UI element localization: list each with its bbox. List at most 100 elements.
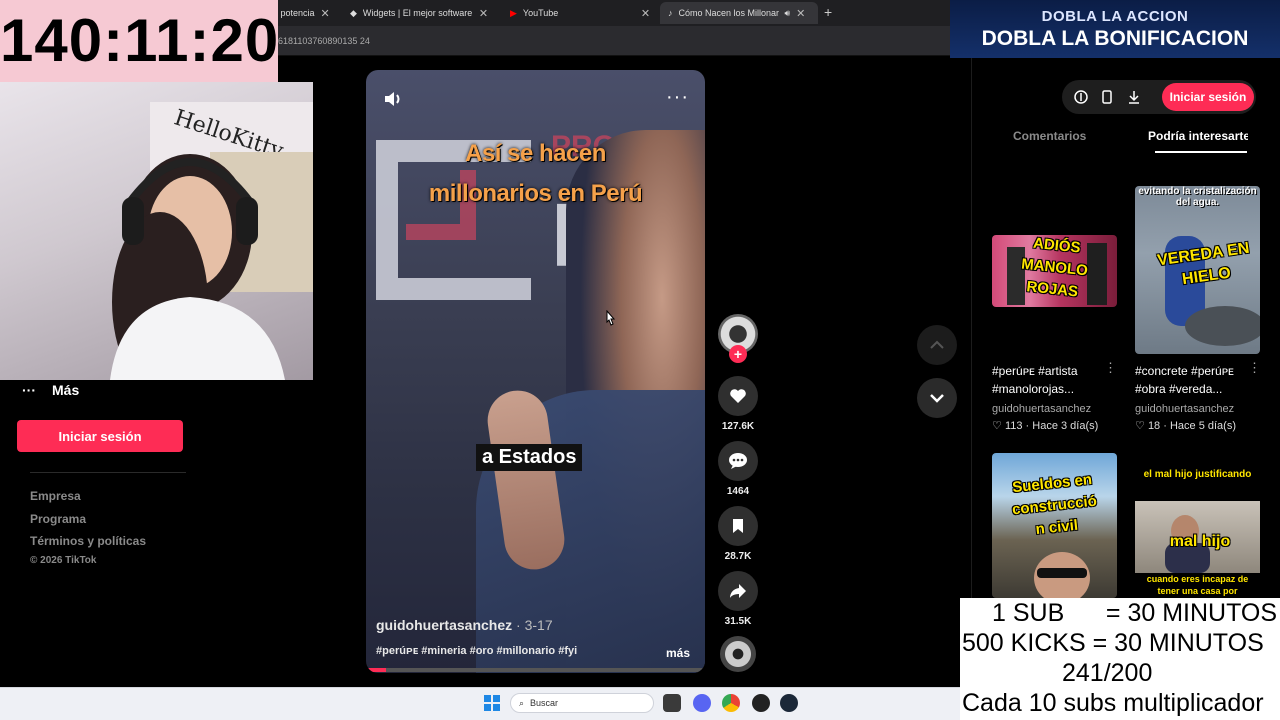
video-player[interactable]: PRO P Así se hacen millonarios en Perú a… <box>366 70 705 673</box>
video-caption-line-2: millonarios en Perú <box>428 180 643 207</box>
chrome-icon[interactable] <box>722 694 740 712</box>
music-disc-icon[interactable] <box>720 636 756 672</box>
download-icon[interactable] <box>1127 90 1141 104</box>
footer-link-terminos[interactable]: Términos y políticas <box>30 534 146 548</box>
browser-tab[interactable]: ◆ Widgets | El mejor software pa ✕ <box>342 4 500 22</box>
recommended-video-thumbnail[interactable]: Sueldos en construcció n civil <box>992 453 1117 598</box>
like-count: 18 <box>1147 420 1161 432</box>
widgets-favicon-icon: ◆ <box>350 7 357 18</box>
save-count: 28.7K <box>724 551 752 562</box>
close-tab-icon[interactable]: ✕ <box>321 7 330 20</box>
video-author[interactable]: guidohuertasanchez · 3-17 <box>376 617 553 633</box>
windows-start-icon[interactable] <box>484 695 500 716</box>
follow-plus-icon[interactable]: + <box>729 345 747 363</box>
rule-line-4: Cada 10 subs multiplicador <box>962 689 1264 717</box>
thumbnail-overlay-text: mal hijo <box>1169 533 1231 550</box>
youtube-favicon-icon: ▶ <box>510 7 517 18</box>
active-tab-indicator <box>1155 151 1247 153</box>
task-view-icon[interactable] <box>663 694 681 712</box>
browser-tab[interactable]: ▶ YouTube ✕ <box>502 4 660 22</box>
steam-icon[interactable] <box>780 694 798 712</box>
tab-label: Widgets | El mejor software pa <box>362 8 473 18</box>
share-icon[interactable] <box>718 571 758 611</box>
heart-outline-icon: ♡ <box>992 420 1002 432</box>
speaker-icon[interactable]: 🔊︎ <box>785 8 791 19</box>
login-button-sidebar[interactable]: Iniciar sesión <box>17 420 183 452</box>
recommended-video-thumbnail[interactable]: el mal hijo justificando mal hijo cuando… <box>1135 453 1260 598</box>
video-options-icon[interactable]: ⋮ <box>1248 360 1261 376</box>
video-date: · 3-17 <box>512 617 553 633</box>
like-count: 113 <box>1004 420 1023 432</box>
more-label: Más <box>52 382 80 398</box>
video-more-link[interactable]: más <box>666 646 690 660</box>
comment-count: 1464 <box>726 486 750 497</box>
chevron-up-icon <box>930 340 944 349</box>
footer-link-programa[interactable]: Programa <box>30 512 86 526</box>
bookmark-icon[interactable] <box>718 506 758 546</box>
video-age: Hace 5 día(s) <box>1169 420 1236 432</box>
login-button-header[interactable]: Iniciar sesión <box>1162 83 1254 111</box>
video-options-icon[interactable]: ⋮ <box>1104 360 1117 376</box>
tiktok-favicon-icon: ♪ <box>668 8 673 18</box>
share-action[interactable]: 31.5K <box>718 571 758 627</box>
volume-icon[interactable] <box>382 88 404 110</box>
comment-icon[interactable] <box>718 441 758 481</box>
tab-comments[interactable]: Comentarios <box>1013 129 1086 143</box>
promo-line-1: DOBLA LA ACCION <box>1041 8 1189 25</box>
author-name[interactable]: guidohuertasanchez <box>376 617 512 633</box>
webcam-feed: HelloKitty <box>0 82 313 380</box>
more-dots-icon: ··· <box>22 382 36 398</box>
footer-link-empresa[interactable]: Empresa <box>30 489 81 503</box>
tab-label: YouTube <box>522 8 559 18</box>
close-tab-icon[interactable]: ✕ <box>796 7 805 20</box>
video-subtitle: a Estados <box>476 444 583 471</box>
promo-line-2: DOBLA LA BONIFICACION <box>981 27 1249 50</box>
search-icon: ⌕ <box>519 697 525 708</box>
new-tab-button[interactable]: + <box>824 4 832 20</box>
video-caption-line-1: Así se hacen <box>465 140 606 167</box>
thumbnail-top-text: el mal hijo justificando <box>1143 469 1252 480</box>
recommended-video-author[interactable]: guidohuertasanchez <box>992 403 1091 415</box>
close-tab-icon[interactable]: ✕ <box>479 7 488 20</box>
recommended-video-stats: ♡ 113 · Hace 3 día(s) <box>992 420 1099 432</box>
close-tab-icon[interactable]: ✕ <box>641 7 650 20</box>
recommended-video-thumbnail[interactable]: evitando la cristalización del agua. VER… <box>1135 186 1260 354</box>
previous-video-button[interactable] <box>917 325 957 365</box>
recommended-video-caption[interactable]: #perúᴘᴇ #artista #manolorojas... <box>992 362 1122 398</box>
share-count: 31.5K <box>724 616 752 627</box>
browser-tab-active[interactable]: ♪ Cómo Nacen los Millonarios 🔊︎ ✕ <box>660 2 818 24</box>
sidebar-more[interactable]: ··· Más <box>22 382 79 398</box>
video-caption: Así se hacen millonarios en Perú <box>366 134 705 214</box>
recommended-video-author[interactable]: guidohuertasanchez <box>1135 403 1234 415</box>
discord-icon[interactable] <box>693 694 711 712</box>
rule-line-3: 241/200 <box>1062 659 1153 687</box>
recommended-video-stats: ♡ 18 · Hace 5 día(s) <box>1135 420 1236 432</box>
obs-icon[interactable] <box>752 694 770 712</box>
tab-recommended[interactable]: Podría interesarte <box>1148 129 1248 143</box>
next-video-button[interactable] <box>917 378 957 418</box>
copyright: © 2026 TikTok <box>30 555 97 566</box>
like-action[interactable]: 127.6K <box>718 376 758 432</box>
promo-banner: DOBLA LA ACCION DOBLA LA BONIFICACION <box>950 0 1280 58</box>
tab-label: Cómo Nacen los Millonarios <box>678 8 779 18</box>
video-progress-fill <box>366 668 387 672</box>
search-placeholder: Buscar <box>530 698 559 708</box>
video-hashtags[interactable]: #perúᴘᴇ #mineria #oro #millonario #fyi <box>376 645 577 657</box>
heart-icon[interactable] <box>718 376 758 416</box>
recommended-video-caption[interactable]: #concrete #perúᴘᴇ #obra #vereda... <box>1135 362 1265 398</box>
video-options-icon[interactable]: ··· <box>666 86 689 109</box>
recommended-video-thumbnail[interactable]: ADIÓS MANOLO ROJAS <box>992 235 1117 307</box>
subathon-timer: 140:11:20 <box>0 0 278 82</box>
video-progress-bar[interactable] <box>366 668 705 672</box>
url-text[interactable]: 6181103760890135 24 <box>278 36 370 46</box>
thumbnail-bottom-text: cuando eres incapaz de tener una casa po… <box>1146 574 1249 596</box>
comment-action[interactable]: 1464 <box>718 441 758 497</box>
thumbnail-overlay-text: ADIÓS MANOLO ROJAS <box>1020 235 1089 301</box>
save-action[interactable]: 28.7K <box>718 506 758 562</box>
coin-icon[interactable] <box>1074 90 1088 104</box>
mouse-cursor-icon <box>604 309 618 333</box>
windows-taskbar <box>0 687 960 720</box>
phone-icon[interactable] <box>1100 90 1114 104</box>
taskbar-search[interactable]: ⌕ Buscar <box>510 693 654 713</box>
heart-outline-icon: ♡ <box>1135 420 1145 432</box>
